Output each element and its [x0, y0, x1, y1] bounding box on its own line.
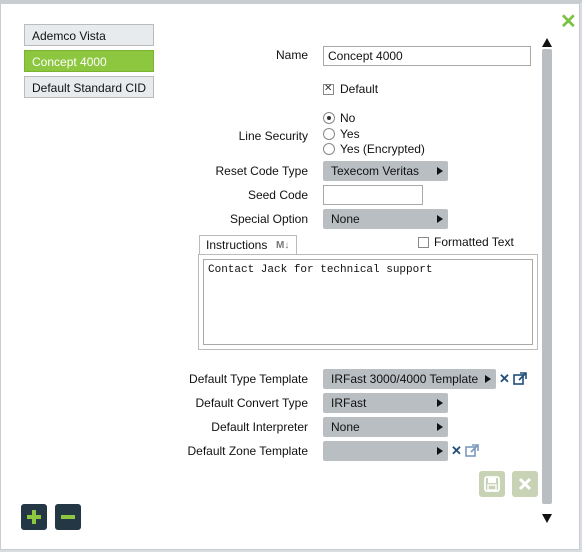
external-link-icon[interactable] — [513, 372, 527, 386]
default-zone-template-select[interactable] — [323, 441, 448, 461]
instructions-textarea[interactable]: Contact Jack for technical support — [203, 259, 533, 345]
line-security-yes-radio[interactable] — [323, 128, 335, 140]
formatted-text-checkbox[interactable] — [418, 237, 429, 248]
default-label: Default — [340, 82, 379, 96]
dropdown-arrow-icon — [437, 215, 443, 223]
remove-button[interactable] — [55, 504, 81, 530]
instructions-panel: Contact Jack for technical support — [198, 254, 538, 350]
clear-icon[interactable]: ✕ — [451, 443, 462, 459]
default-interpreter-value: None — [331, 420, 360, 434]
floppy-disk-icon — [484, 476, 500, 492]
item-list: Ademco Vista Concept 4000 Default Standa… — [24, 24, 154, 102]
default-zone-template-label: Default Zone Template — [187, 444, 308, 458]
default-type-template-value: IRFast 3000/4000 Template — [331, 372, 479, 386]
instructions-tab[interactable]: Instructions M↓ — [199, 235, 297, 255]
special-option-value: None — [331, 212, 360, 226]
edit-dialog: ✕ Ademco Vista Concept 4000 Default Stan… — [0, 3, 580, 550]
scrollbar-thumb[interactable] — [542, 49, 552, 504]
name-label: Name — [275, 48, 308, 62]
default-interpreter-select[interactable]: None — [323, 417, 448, 437]
close-icon[interactable]: ✕ — [560, 12, 577, 32]
line-security-yes-label: Yes — [340, 127, 360, 141]
list-item-default-standard-cid[interactable]: Default Standard CID — [24, 76, 154, 98]
dropdown-arrow-icon — [485, 375, 491, 383]
special-option-label: Special Option — [229, 212, 308, 226]
dropdown-arrow-icon — [437, 399, 443, 407]
formatted-text-label: Formatted Text — [434, 235, 514, 249]
dropdown-arrow-icon — [437, 447, 443, 455]
cancel-button[interactable] — [512, 471, 538, 497]
default-convert-type-value: IRFast — [331, 396, 367, 410]
clear-icon[interactable]: ✕ — [499, 371, 510, 387]
default-interpreter-label: Default Interpreter — [211, 420, 308, 434]
add-button[interactable] — [21, 504, 47, 530]
line-security-encrypted-label: Yes (Encrypted) — [340, 142, 425, 156]
dropdown-arrow-icon — [437, 423, 443, 431]
plus-icon — [27, 510, 41, 524]
list-item-ademco-vista[interactable]: Ademco Vista — [24, 24, 154, 46]
cancel-icon — [518, 477, 532, 491]
name-input[interactable]: Concept 4000 — [323, 46, 531, 66]
scroll-up-icon[interactable] — [542, 38, 552, 47]
sort-icon[interactable]: M↓ — [276, 237, 289, 255]
line-security-encrypted-radio[interactable] — [323, 143, 335, 155]
line-security-label: Line Security — [238, 129, 308, 143]
instructions-tab-label: Instructions — [206, 238, 268, 252]
minus-icon — [61, 515, 75, 519]
line-security-no-label: No — [340, 111, 356, 125]
scroll-down-icon[interactable] — [542, 514, 552, 523]
default-convert-type-label: Default Convert Type — [195, 396, 308, 410]
special-option-select[interactable]: None — [323, 209, 448, 229]
seed-code-label: Seed Code — [247, 188, 308, 202]
default-type-template-select[interactable]: IRFast 3000/4000 Template — [323, 369, 496, 389]
save-button[interactable] — [479, 471, 505, 497]
default-checkbox[interactable] — [323, 83, 334, 95]
reset-code-type-label: Reset Code Type — [215, 164, 308, 178]
default-type-template-label: Default Type Template — [189, 372, 308, 386]
external-link-icon[interactable] — [465, 444, 479, 458]
reset-code-type-select[interactable]: Texecom Veritas — [323, 161, 448, 181]
reset-code-type-value: Texecom Veritas — [331, 164, 420, 178]
dropdown-arrow-icon — [437, 167, 443, 175]
seed-code-input[interactable] — [323, 185, 423, 205]
default-convert-type-select[interactable]: IRFast — [323, 393, 448, 413]
line-security-no-radio[interactable] — [323, 112, 335, 124]
